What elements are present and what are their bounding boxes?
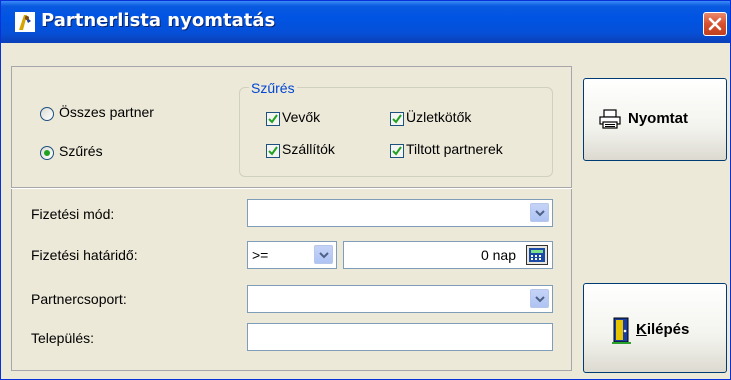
payment-method-dropdown-button[interactable] xyxy=(530,203,549,222)
deadline-operator-dropdown-button[interactable] xyxy=(314,245,333,264)
section-divider xyxy=(11,187,572,189)
dialog-window: Partnerlista nyomtatás Összes partner Sz… xyxy=(0,0,731,380)
radio-all-partners-label[interactable]: Összes partner xyxy=(59,104,154,120)
checkbox-suppliers[interactable] xyxy=(266,144,280,158)
partner-group-select[interactable] xyxy=(247,285,553,313)
settlement-label: Település: xyxy=(31,330,95,346)
filter-group-title: Szűrés xyxy=(249,80,297,96)
deadline-days-input[interactable]: 0 nap xyxy=(343,241,553,269)
deadline-operator-value: >= xyxy=(252,247,269,263)
checkbox-agents[interactable] xyxy=(390,112,404,126)
app-icon xyxy=(15,12,35,32)
exit-button-label: Kilépés xyxy=(636,321,690,338)
checkmark-icon xyxy=(268,114,278,124)
print-button[interactable]: Nyomtat xyxy=(583,78,727,161)
exit-door-icon xyxy=(612,317,631,344)
deadline-days-value: 0 nap xyxy=(480,247,516,263)
radio-all-partners[interactable] xyxy=(40,107,54,121)
radio-selected-dot xyxy=(44,150,50,156)
deadline-operator-select[interactable]: >= xyxy=(247,241,337,269)
exit-button[interactable]: Kilépés xyxy=(583,283,727,373)
checkbox-blocked-partners[interactable] xyxy=(390,144,404,158)
chevron-down-icon xyxy=(535,296,545,303)
calculator-icon xyxy=(529,248,545,262)
printer-icon xyxy=(599,109,621,129)
window-title: Partnerlista nyomtatás xyxy=(41,10,276,31)
payment-method-label: Fizetési mód: xyxy=(31,206,115,222)
checkbox-blocked-partners-label[interactable]: Tiltott partnerek xyxy=(406,141,503,157)
radio-filter-label[interactable]: Szűrés xyxy=(59,143,103,159)
partner-group-dropdown-button[interactable] xyxy=(530,289,549,308)
title-bar[interactable]: Partnerlista nyomtatás xyxy=(1,1,730,43)
radio-filter[interactable] xyxy=(40,146,54,160)
checkmark-icon xyxy=(392,114,402,124)
calculator-button[interactable] xyxy=(526,245,548,265)
checkbox-suppliers-label[interactable]: Szállítók xyxy=(282,141,335,157)
checkbox-customers[interactable] xyxy=(266,112,280,126)
print-button-label: Nyomtat xyxy=(628,110,689,127)
partner-group-label: Partnercsoport: xyxy=(31,291,127,307)
chevron-down-icon xyxy=(535,210,545,217)
checkbox-agents-label[interactable]: Üzletkötők xyxy=(406,109,471,125)
checkbox-customers-label[interactable]: Vevők xyxy=(282,109,320,125)
payment-method-select[interactable] xyxy=(247,199,553,227)
close-button[interactable] xyxy=(703,12,727,36)
chevron-down-icon xyxy=(319,252,329,259)
settlement-input[interactable] xyxy=(247,323,553,351)
checkmark-icon xyxy=(268,146,278,156)
filter-groupbox xyxy=(239,87,553,177)
payment-deadline-label: Fizetési határidő: xyxy=(31,247,138,263)
checkmark-icon xyxy=(392,146,402,156)
close-icon xyxy=(708,17,722,31)
